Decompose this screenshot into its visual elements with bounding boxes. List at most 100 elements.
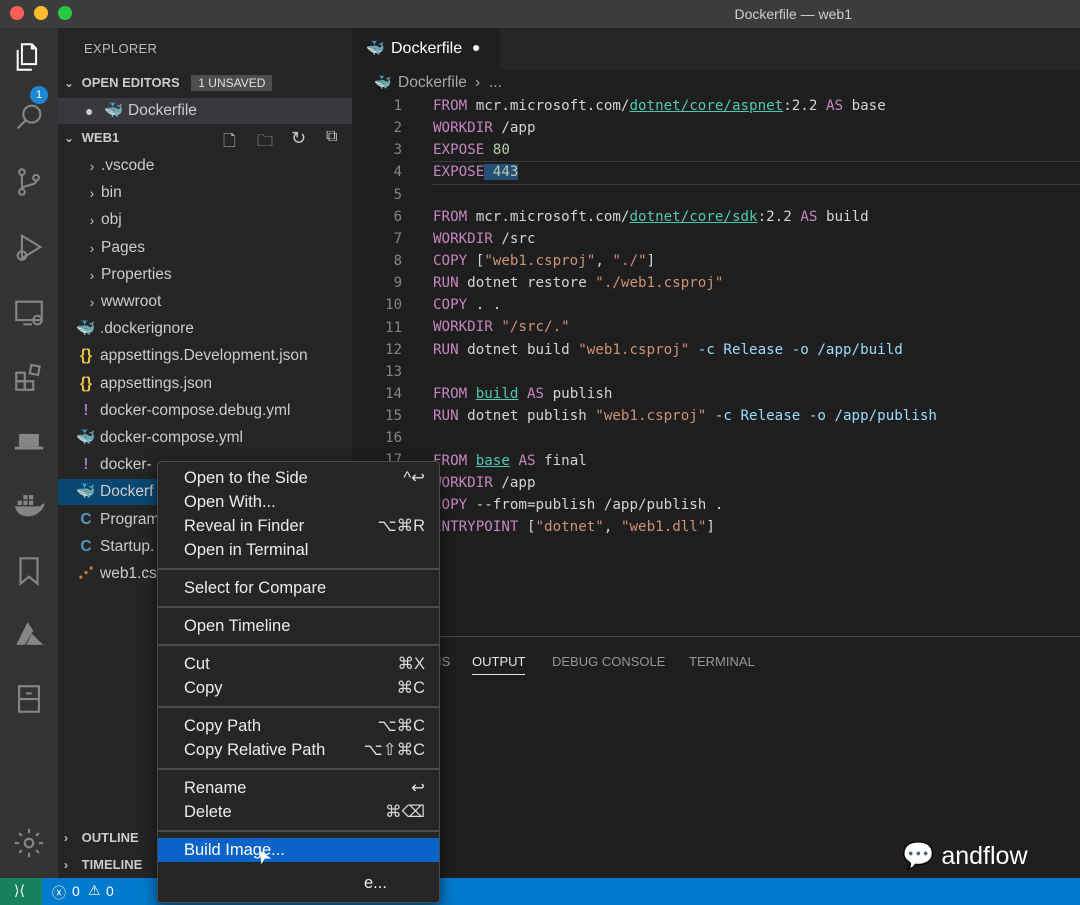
code-line-14: FROM build AS publish <box>433 386 613 402</box>
menu-item-shortcut: ⌘⌫ <box>385 803 425 821</box>
line-number: 1 <box>393 98 402 114</box>
tab-output[interactable]: OUTPUT <box>472 654 526 675</box>
menu-separator <box>158 606 439 608</box>
menu-item[interactable]: Open in Terminal <box>158 538 439 562</box>
menu-item[interactable]: Open Timeline <box>158 614 439 638</box>
tree-item-label: Program <box>100 510 160 528</box>
tree-file[interactable]: {} appsettings.Development.json <box>58 343 352 369</box>
azure-icon[interactable] <box>12 618 46 652</box>
menu-item[interactable]: Rename ↩ <box>158 776 439 800</box>
bookmark-icon[interactable] <box>12 554 46 588</box>
json-file-icon: {} <box>79 347 93 365</box>
remote-indicator[interactable]: ⟩⟨ <box>0 878 42 905</box>
line-number: 3 <box>393 142 402 159</box>
tree-file[interactable]: ! docker-compose.debug.yml <box>58 398 352 424</box>
gear-icon[interactable] <box>12 826 46 860</box>
code-editor[interactable]: 1234567891011121314151617181920 FROM mcr… <box>352 96 1080 636</box>
code-line-10: COPY . . <box>433 297 502 313</box>
tree-item-label: obj <box>101 211 122 229</box>
warning-count[interactable]: 0 <box>106 883 114 899</box>
code-line-2: WORKDIR /app <box>433 120 536 136</box>
chevron-right-icon: › <box>89 266 95 283</box>
menu-item[interactable]: Select for Compare <box>158 576 439 600</box>
menu-item[interactable]: e... <box>158 871 439 895</box>
line-number: 2 <box>393 120 402 137</box>
tree-item-label: .dockerignore <box>100 320 194 338</box>
unsaved-dot-icon[interactable]: ● <box>472 39 480 55</box>
tab-debug-console[interactable]: DEBUG CONSOLE <box>552 654 665 669</box>
tree-folder[interactable]: › bin <box>58 180 352 206</box>
menu-item[interactable]: Copy ⌘C <box>158 676 439 700</box>
error-count[interactable]: 0 <box>72 883 80 899</box>
line-number: 11 <box>385 319 402 336</box>
tab-terminal[interactable]: TERMINAL <box>689 654 755 669</box>
code-line-17: FROM base AS final <box>433 453 587 469</box>
explorer-icon[interactable] <box>12 40 46 74</box>
breadcrumb-more[interactable]: ... <box>489 74 502 92</box>
source-control-icon[interactable] <box>12 165 46 199</box>
docker-icon[interactable] <box>12 488 46 522</box>
line-number: 8 <box>393 253 402 270</box>
minimize-window-button[interactable] <box>34 6 48 20</box>
open-editor-item[interactable]: ● 🐳 Dockerfile <box>58 98 352 124</box>
csproj-file-icon: ⋰ <box>78 565 94 582</box>
menu-item-label: Copy Relative Path <box>184 741 326 759</box>
tree-folder[interactable]: › obj <box>58 207 352 233</box>
menu-item[interactable]: Cut ⌘X <box>158 652 439 676</box>
remote-icon: ⟩⟨ <box>14 882 25 898</box>
remote-explorer-icon[interactable] <box>12 296 46 330</box>
chevron-down-icon: ⌄ <box>64 76 75 90</box>
code-line-1: FROM mcr.microsoft.com/dotnet/core/aspne… <box>433 98 886 114</box>
tree-file[interactable]: {} appsettings.json <box>58 371 352 397</box>
extensions-icon[interactable] <box>12 360 46 394</box>
tree-item-label: Pages <box>101 238 145 256</box>
device-icon[interactable] <box>12 424 46 458</box>
database-icon[interactable] <box>12 682 46 716</box>
run-debug-icon[interactable] <box>12 230 46 264</box>
code-line-8: COPY ["web1.csproj", "./"] <box>433 253 656 269</box>
zoom-window-button[interactable] <box>58 6 72 20</box>
open-editors-section[interactable]: ⌄ OPEN EDITORS 1 UNSAVED <box>64 75 273 91</box>
tree-folder[interactable]: › Properties <box>58 262 352 288</box>
search-icon[interactable] <box>12 100 46 134</box>
chevron-right-icon: › <box>89 185 95 202</box>
menu-separator <box>158 706 439 708</box>
menu-item[interactable]: Open to the Side ^↩ <box>158 466 439 490</box>
warning-icon: ⚠ <box>88 882 101 898</box>
menu-item[interactable]: Reveal in Finder ⌥⌘R <box>158 514 439 538</box>
window-title: Dockerfile — web1 <box>734 6 853 22</box>
menu-item-shortcut: ^↩ <box>403 469 425 487</box>
menu-item[interactable]: Delete ⌘⌫ <box>158 800 439 824</box>
tree-item-label: docker-compose.yml <box>100 429 243 446</box>
code-line-9: RUN dotnet restore "./web1.csproj" <box>433 275 724 291</box>
workspace-section[interactable]: ⌄ WEB1 <box>64 130 119 145</box>
compose-file-icon: 🐳 <box>76 429 96 446</box>
menu-item[interactable]: Open With... <box>158 490 439 514</box>
tree-file[interactable]: 🐳 docker-compose.yml <box>58 425 352 451</box>
timeline-section[interactable]: › TIMELINE <box>64 857 142 872</box>
outline-section[interactable]: › OUTLINE <box>64 830 139 845</box>
watermark: 💬 andflow <box>902 840 1028 870</box>
tree-item-label: .vscode <box>101 157 155 174</box>
menu-item-label: Rename <box>184 779 247 797</box>
json-file-icon: {} <box>79 374 93 392</box>
code-line-7: WORKDIR /src <box>433 231 536 247</box>
tab-dockerfile[interactable]: 🐳 Dockerfile ● <box>352 28 500 70</box>
editor-tab-bar: 🐳 Dockerfile ● <box>352 28 1080 70</box>
tree-folder[interactable]: › wwwroot <box>58 289 352 315</box>
line-number: 15 <box>385 408 402 425</box>
tree-file[interactable]: 🐳 .dockerignore <box>58 316 352 342</box>
tree-folder[interactable]: › Pages <box>58 235 352 261</box>
collapse-all-icon[interactable]: ⧉ <box>326 128 337 146</box>
close-window-button[interactable] <box>10 6 24 20</box>
breadcrumb-file[interactable]: Dockerfile <box>398 74 467 92</box>
menu-item[interactable]: Copy Path ⌥⌘C <box>158 714 439 738</box>
menu-item-label: Copy Path <box>184 717 262 735</box>
tree-item-label: appsettings.json <box>100 374 213 392</box>
docker-file-icon: 🐳 <box>76 483 96 501</box>
tree-folder[interactable]: › .vscode <box>58 153 352 179</box>
refresh-icon[interactable]: ↻ <box>291 128 306 149</box>
menu-item[interactable]: Copy Relative Path ⌥⇧⌘C <box>158 738 439 762</box>
tree-item-label: web1.cs <box>100 565 157 582</box>
menu-item[interactable]: Build Image... <box>158 838 439 862</box>
